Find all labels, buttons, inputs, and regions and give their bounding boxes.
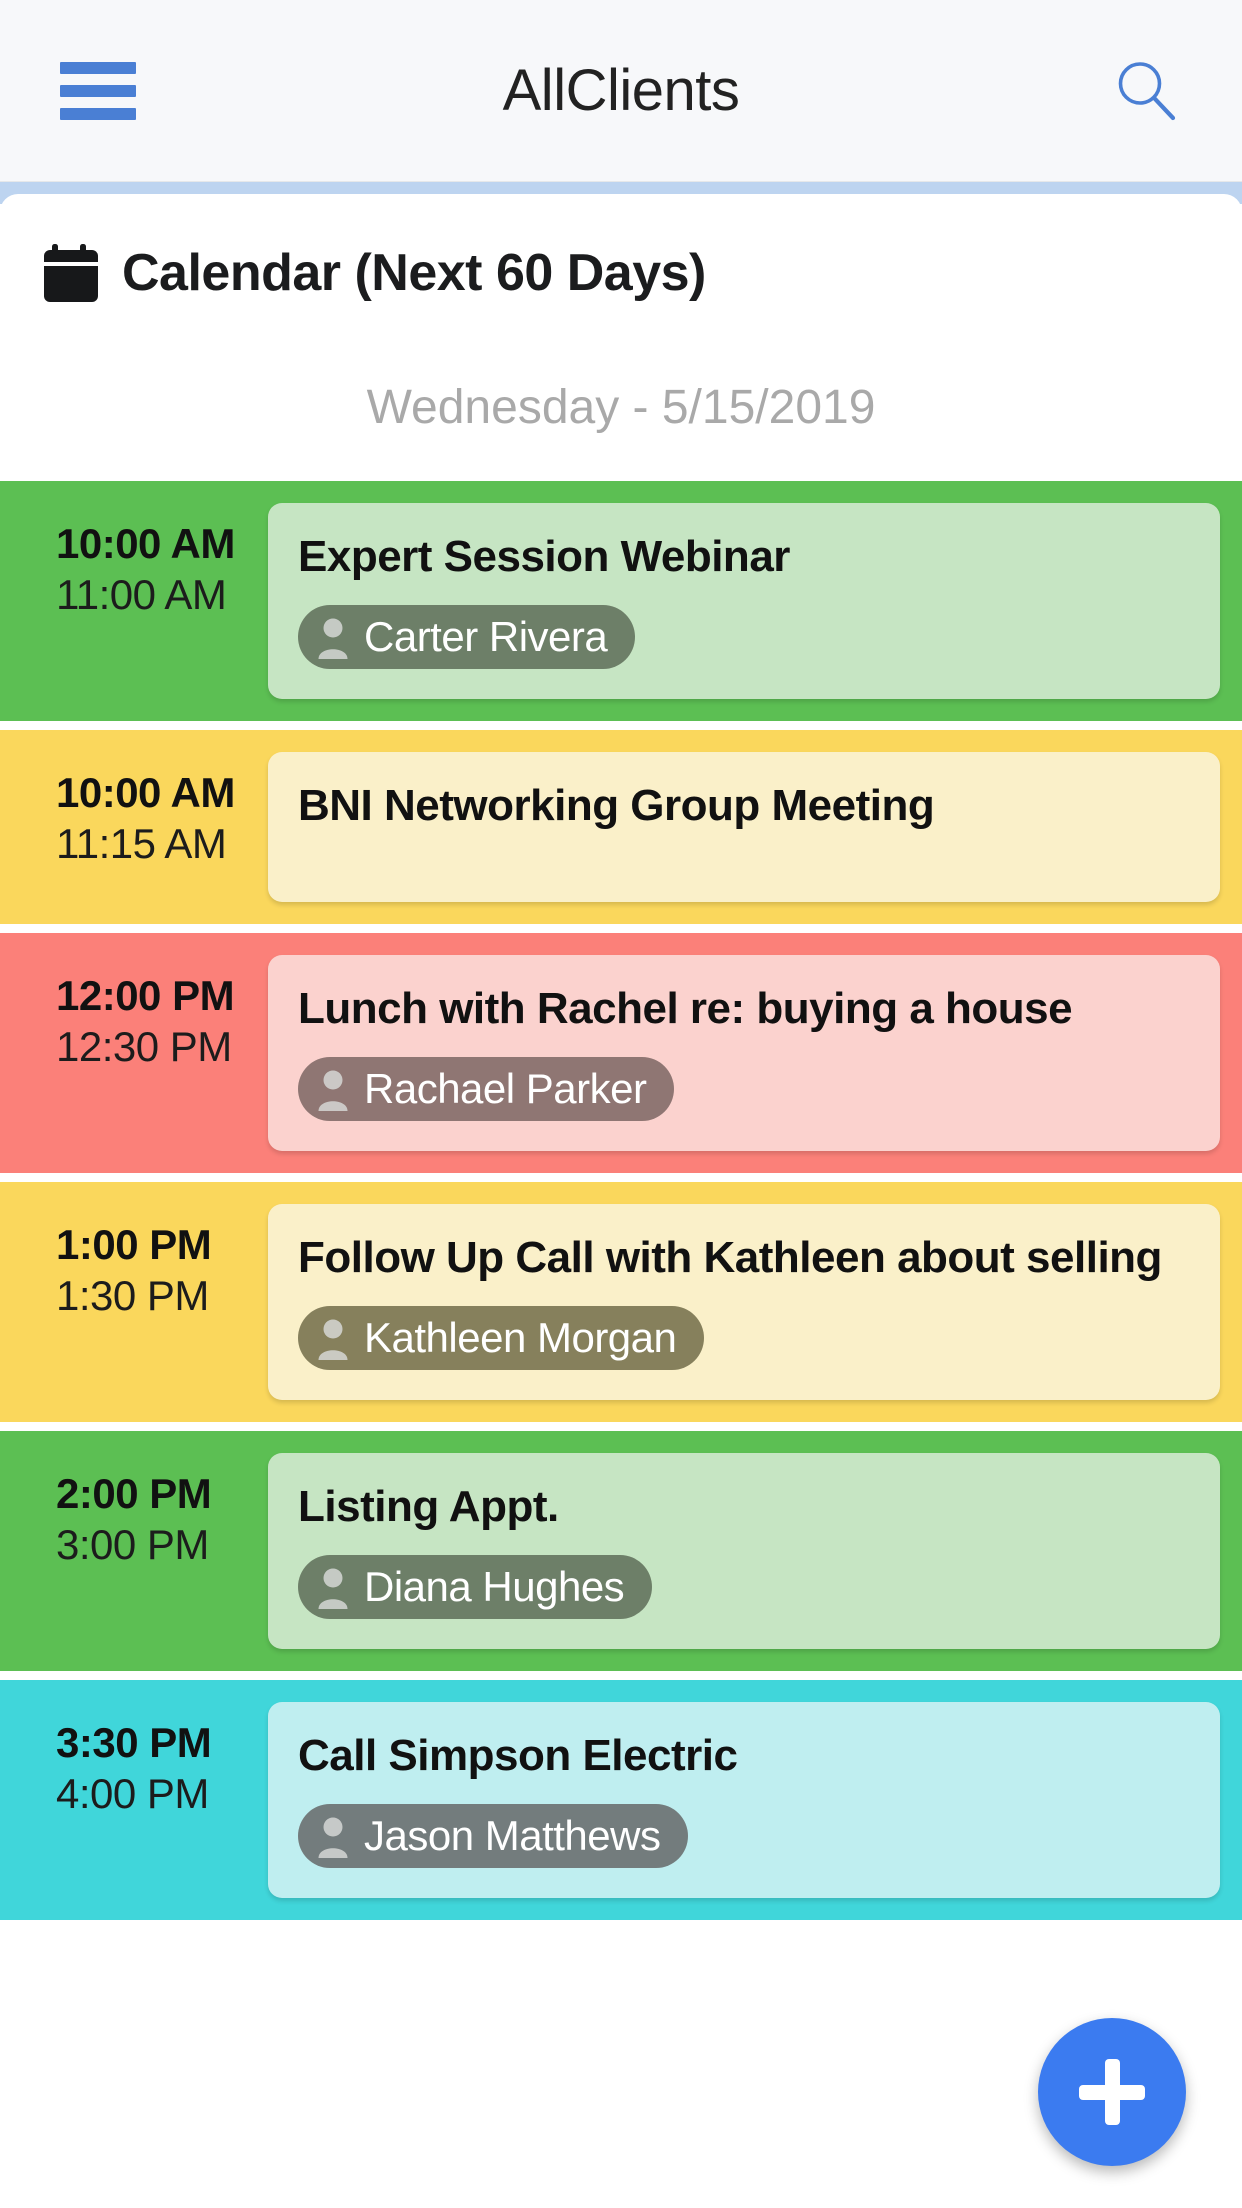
event-end-time: 11:00 AM (56, 570, 227, 618)
plus-icon (1104, 2059, 1120, 2125)
person-icon (316, 1565, 350, 1609)
date-header: Wednesday - 5/15/2019 (366, 381, 876, 434)
content-sheet: Calendar (Next 60 Days) Wednesday - 5/15… (0, 194, 1242, 1920)
event-row[interactable]: 12:00 PM 12:30 PM Lunch with Rachel re: bu… (0, 933, 1242, 1173)
event-end-time: 3:00 PM (56, 1520, 209, 1568)
contact-name: Carter Rivera (364, 612, 608, 660)
event-card[interactable]: BNI Networking Group Meeting (268, 752, 1220, 902)
event-card[interactable]: Follow Up Call with Kathleen about selli… (268, 1204, 1220, 1400)
search-icon[interactable] (1106, 51, 1186, 131)
person-icon (316, 1316, 350, 1360)
event-end-time: 4:00 PM (56, 1769, 209, 1817)
add-button[interactable] (1038, 2018, 1186, 2166)
event-title: Lunch with Rachel re: buying a house (298, 984, 1073, 1033)
app-root: AllClients Calendar (Next 60 Days) Wedne… (0, 0, 1242, 2208)
event-card[interactable]: Lunch with Rachel re: buying a house Rach… (268, 955, 1220, 1151)
event-start-time: 2:00 PM (56, 1470, 212, 1517)
contact-chip[interactable]: Kathleen Morgan (298, 1305, 705, 1370)
person-icon (316, 1814, 350, 1858)
event-title: Follow Up Call with Kathleen about selli… (298, 1233, 1162, 1282)
event-start-time: 3:30 PM (56, 1719, 212, 1766)
event-card[interactable]: Expert Session Webinar Carter Rivera (268, 503, 1220, 699)
event-title: Call Simpson Electric (298, 1731, 738, 1780)
hamburger-bar (60, 84, 136, 97)
contact-chip[interactable]: Diana Hughes (298, 1554, 653, 1619)
event-time: 1:00 PM 1:30 PM (0, 1204, 268, 1322)
event-row[interactable]: 1:00 PM 1:30 PM Follow Up Call with Kathle… (0, 1182, 1242, 1422)
contact-name: Kathleen Morgan (364, 1313, 677, 1361)
contact-name: Rachael Parker (364, 1064, 647, 1112)
event-row[interactable]: 2:00 PM 3:00 PM Listing Appt. Diana Hughes (0, 1431, 1242, 1671)
event-row[interactable]: 10:00 AM 11:15 AM BNI Networking Group Mee… (0, 730, 1242, 924)
calendar-icon (42, 242, 100, 304)
event-start-time: 1:00 PM (56, 1221, 212, 1268)
person-icon (316, 1067, 350, 1111)
event-card[interactable]: Call Simpson Electric Jason Matthews (268, 1702, 1220, 1898)
section-title: Calendar (Next 60 Days) (122, 244, 706, 302)
person-icon (316, 615, 350, 659)
event-title: Listing Appt. (298, 1482, 559, 1531)
contact-chip[interactable]: Carter Rivera (298, 604, 636, 669)
event-title: BNI Networking Group Meeting (298, 781, 935, 830)
app-bar: AllClients (0, 0, 1242, 182)
page-title: AllClients (502, 58, 740, 123)
event-list: 10:00 AM 11:00 AM Expert Session Webinar Ca… (0, 481, 1242, 1920)
event-time: 10:00 AM 11:15 AM (0, 752, 268, 870)
event-time: 2:00 PM 3:00 PM (0, 1453, 268, 1571)
section-header: Calendar (Next 60 Days) (0, 194, 1242, 304)
hamburger-bar (60, 61, 136, 74)
event-start-time: 10:00 AM (56, 769, 235, 816)
event-card[interactable]: Listing Appt. Diana Hughes (268, 1453, 1220, 1649)
event-time: 3:30 PM 4:00 PM (0, 1702, 268, 1820)
event-end-time: 1:30 PM (56, 1271, 209, 1319)
event-time: 10:00 AM 11:00 AM (0, 503, 268, 621)
event-start-time: 10:00 AM (56, 520, 235, 567)
event-row[interactable]: 3:30 PM 4:00 PM Call Simpson Electric Jason… (0, 1680, 1242, 1920)
contact-name: Diana Hughes (364, 1562, 625, 1610)
event-title: Expert Session Webinar (298, 532, 790, 581)
contact-chip[interactable]: Jason Matthews (298, 1803, 689, 1868)
contact-chip[interactable]: Rachael Parker (298, 1056, 675, 1121)
event-end-time: 11:15 AM (56, 819, 227, 867)
event-start-time: 12:00 PM (56, 972, 235, 1019)
contact-name: Jason Matthews (364, 1811, 661, 1859)
hamburger-bar (60, 107, 136, 120)
hamburger-menu-icon[interactable] (60, 61, 136, 120)
event-row[interactable]: 10:00 AM 11:00 AM Expert Session Webinar Ca… (0, 481, 1242, 721)
event-time: 12:00 PM 12:30 PM (0, 955, 268, 1073)
event-end-time: 12:30 PM (56, 1022, 232, 1070)
